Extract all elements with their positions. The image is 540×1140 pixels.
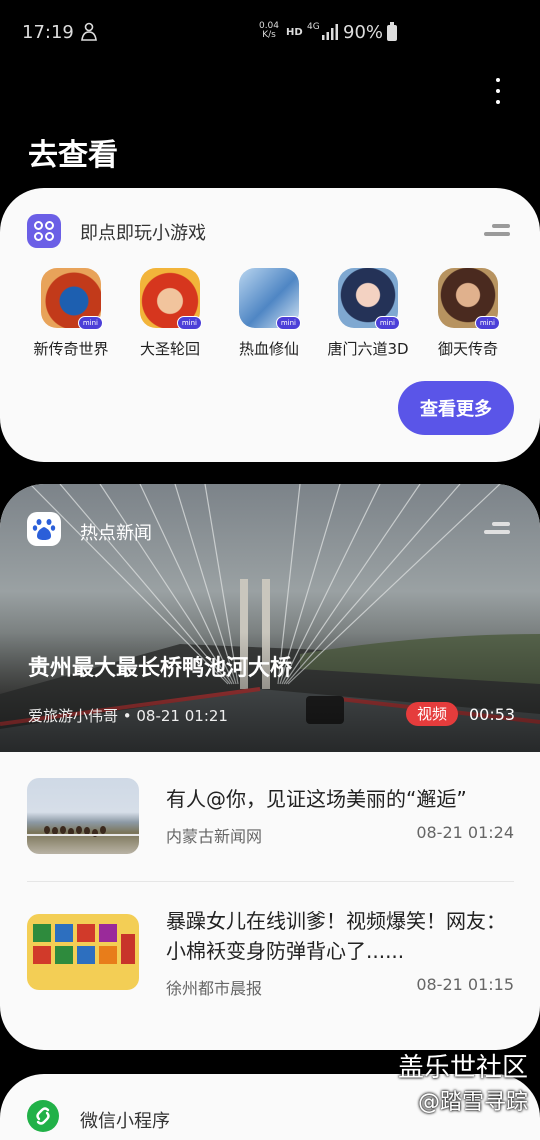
hero-title: 贵州最大最长桥鸭池河大桥 xyxy=(28,656,293,681)
divider xyxy=(27,881,514,882)
game-name: 热血修仙 xyxy=(238,340,299,358)
game-item[interactable]: mini 唐门六道3D xyxy=(318,268,418,359)
drag-handle-icon[interactable] xyxy=(484,522,510,536)
game-thumbnail: mini xyxy=(338,268,400,330)
drag-handle-icon[interactable] xyxy=(484,224,510,238)
mini-badge: mini xyxy=(77,316,103,330)
news-source: 内蒙古新闻网 xyxy=(166,827,263,846)
news-item[interactable]: 有人@你，见证这场美丽的“邂逅” 内蒙古新闻网 08-21 01:24 xyxy=(0,778,540,888)
game-thumbnail: mini xyxy=(239,268,301,330)
instant-games-card: 即点即玩小游戏 mini 新传奇世界 mini 大圣轮回 mini 热血修仙 m… xyxy=(0,188,540,462)
more-options-icon[interactable] xyxy=(488,78,508,104)
game-name: 御天传奇 xyxy=(437,340,498,358)
mini-badge: mini xyxy=(275,316,301,330)
view-more-button[interactable]: 查看更多 xyxy=(398,381,514,435)
game-item[interactable]: mini 热血修仙 xyxy=(219,268,319,359)
news-thumbnail xyxy=(27,914,139,990)
hero-news-video[interactable]: 热点新闻 贵州最大最长桥鸭池河大桥 爱旅游小伟哥 • 08-21 01:21 视… xyxy=(0,484,540,752)
hd-indicator: HD xyxy=(286,27,303,38)
network-type: 4G xyxy=(307,22,320,32)
game-item[interactable]: mini 新传奇世界 xyxy=(21,268,121,359)
game-name: 唐门六道3D xyxy=(327,340,409,358)
news-source: 徐州都市晨报 xyxy=(166,979,263,998)
game-item[interactable]: mini 御天传奇 xyxy=(418,268,518,359)
card-title: 微信小程序 xyxy=(80,1111,170,1132)
game-item[interactable]: mini 大圣轮回 xyxy=(120,268,220,359)
net-speed-unit: K/s xyxy=(262,30,276,40)
video-badge: 视频 xyxy=(406,702,458,726)
watermark-line1: 盖乐世社区 xyxy=(397,1053,528,1083)
status-bar: 17:19 0.04 K/s HD 4G 90% xyxy=(0,0,540,66)
news-title: 暴躁女儿在线训爹！视频爆笑！网友：小棉袄变身防弹背心了...... xyxy=(166,909,506,963)
mini-badge: mini xyxy=(474,316,500,330)
status-time: 17:19 xyxy=(22,22,74,43)
mini-badge: mini xyxy=(176,316,202,330)
instant-games-icon xyxy=(27,214,61,248)
news-thumbnail xyxy=(27,778,139,854)
hero-meta: 爱旅游小伟哥 • 08-21 01:21 xyxy=(28,707,228,725)
horse-race-image xyxy=(27,826,139,837)
games-list: mini 新传奇世界 mini 大圣轮回 mini 热血修仙 mini 唐门六道… xyxy=(0,268,540,358)
card-title: 即点即玩小游戏 xyxy=(80,223,206,244)
page-title: 去查看 xyxy=(28,138,118,173)
notification-person-icon xyxy=(81,22,97,41)
video-duration: 00:53 xyxy=(469,705,516,724)
newspaper-logos-image xyxy=(33,924,135,964)
news-title: 有人@你，见证这场美丽的“邂逅” xyxy=(166,787,467,811)
baidu-paw-icon xyxy=(32,519,56,540)
baidu-icon xyxy=(27,512,61,546)
card-title: 热点新闻 xyxy=(80,523,152,544)
game-thumbnail: mini xyxy=(41,268,103,330)
battery-percent: 90% xyxy=(343,22,384,43)
game-thumbnail: mini xyxy=(438,268,500,330)
game-name: 新传奇世界 xyxy=(33,340,109,358)
wechat-mini-program-icon xyxy=(27,1100,59,1132)
signal-icon xyxy=(322,24,338,40)
news-time: 08-21 01:24 xyxy=(416,823,514,842)
news-time: 08-21 01:15 xyxy=(416,975,514,994)
game-name: 大圣轮回 xyxy=(139,340,200,358)
watermark: 盖乐世社区 @踏雪寻踪 xyxy=(398,1050,528,1120)
mini-badge: mini xyxy=(374,316,400,330)
watermark-line2: @踏雪寻踪 xyxy=(417,1090,528,1115)
net-speed: 0.04 K/s xyxy=(258,22,280,40)
news-item[interactable]: 暴躁女儿在线训爹！视频爆笑！网友：小棉袄变身防弹背心了...... 徐州都市晨报… xyxy=(0,909,540,1024)
battery-icon xyxy=(387,22,397,41)
game-thumbnail: mini xyxy=(140,268,202,330)
link-icon xyxy=(36,1107,50,1125)
hot-news-card: 热点新闻 贵州最大最长桥鸭池河大桥 爱旅游小伟哥 • 08-21 01:21 视… xyxy=(0,484,540,1050)
